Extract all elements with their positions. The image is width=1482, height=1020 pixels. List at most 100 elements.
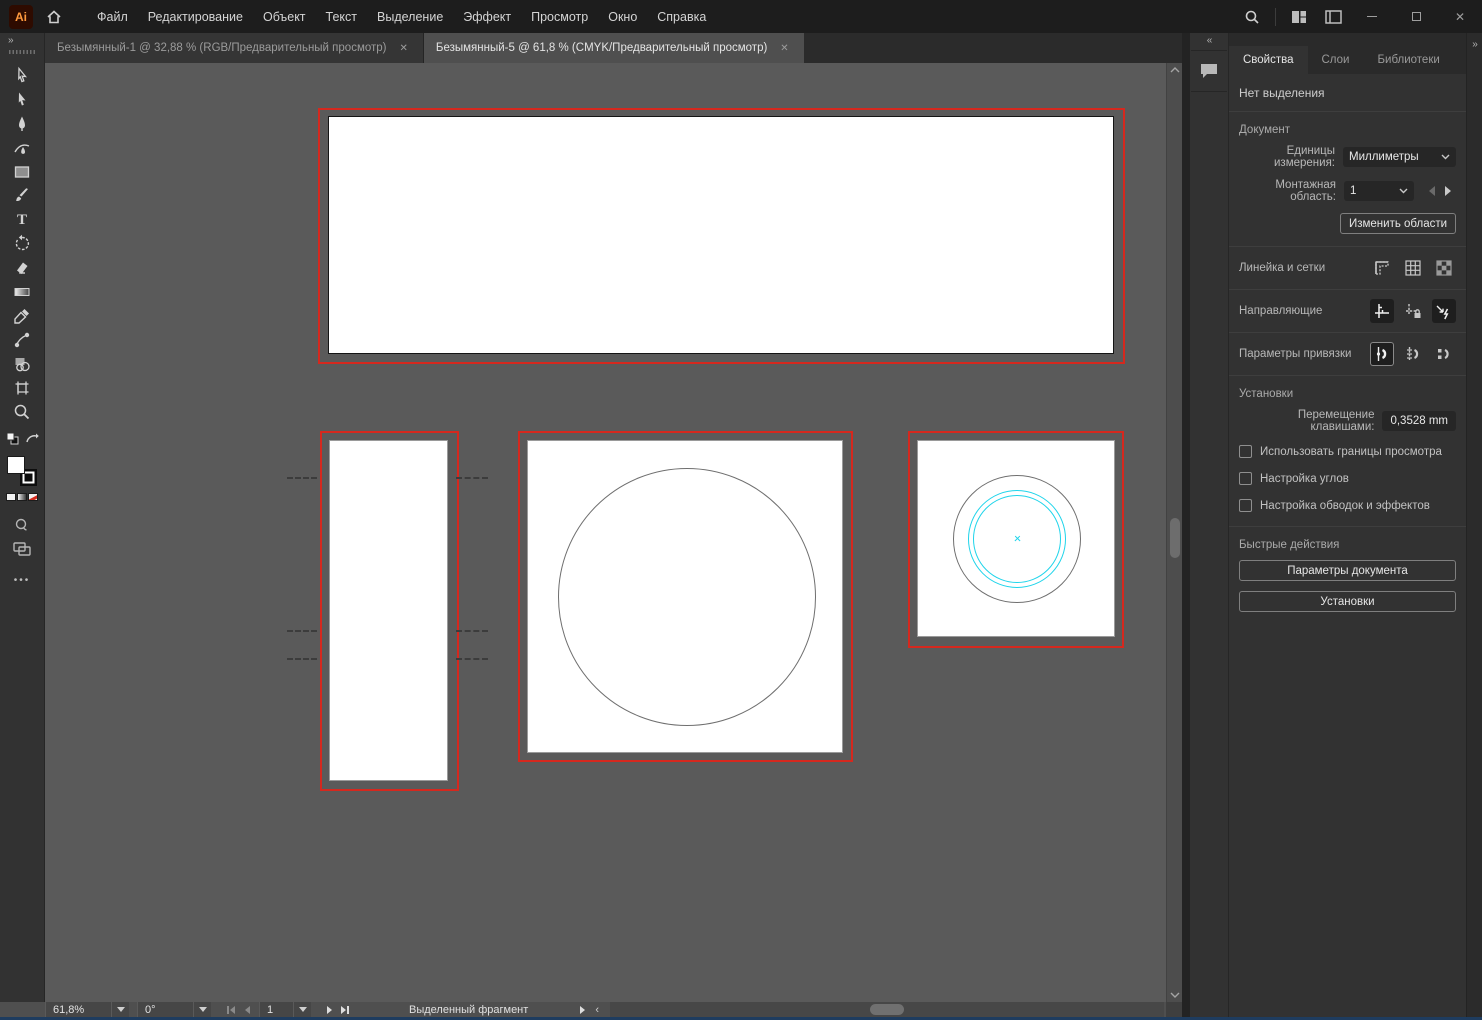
artboard-tool-icon[interactable] — [4, 376, 40, 400]
artboard-1[interactable] — [328, 116, 1114, 354]
type-tool-icon[interactable]: T — [4, 208, 40, 232]
zoom-level-field[interactable]: 61,8% — [45, 1002, 111, 1017]
status-menu-icon[interactable] — [574, 1002, 590, 1017]
edit-toolbar-icon[interactable]: ••• — [14, 575, 31, 586]
grid-icon[interactable] — [1401, 256, 1425, 280]
menu-object[interactable]: Объект — [253, 0, 316, 33]
next-artboard-icon[interactable] — [321, 1002, 337, 1017]
arrange-documents-icon[interactable] — [1282, 0, 1316, 33]
swap-colors-icon[interactable] — [25, 432, 39, 450]
close-icon[interactable]: ✕ — [777, 41, 791, 56]
none-mode-icon[interactable] — [28, 493, 38, 501]
smart-guides-icon[interactable] — [1432, 299, 1456, 323]
transparency-grid-icon[interactable] — [1432, 256, 1456, 280]
comments-panel-icon[interactable] — [1191, 50, 1227, 92]
rulers-icon[interactable] — [1370, 256, 1394, 280]
blend-tool-icon[interactable] — [4, 328, 40, 352]
tab-properties[interactable]: Свойства — [1229, 46, 1308, 74]
eyedropper-tool-icon[interactable] — [4, 304, 40, 328]
curvature-tool-icon[interactable] — [4, 136, 40, 160]
paintbrush-tool-icon[interactable] — [4, 184, 40, 208]
units-value: Миллиметры — [1349, 151, 1419, 163]
first-artboard-icon[interactable] — [223, 1002, 239, 1017]
selection-tool-icon[interactable] — [4, 64, 40, 88]
last-artboard-icon[interactable] — [337, 1002, 353, 1017]
menu-view[interactable]: Просмотр — [521, 0, 598, 33]
zoom-dropdown-icon[interactable] — [111, 1002, 129, 1017]
document-setup-button[interactable]: Параметры документа — [1239, 560, 1456, 581]
shape-builder-tool-icon[interactable] — [4, 352, 40, 376]
snap-to-pixel-icon[interactable] — [1432, 342, 1456, 366]
document-tab-1[interactable]: Безымянный-1 @ 32,88 % (RGB/Предваритель… — [45, 33, 424, 63]
preferences-button[interactable]: Установки — [1239, 591, 1456, 612]
horizontal-scrollbar-thumb[interactable] — [870, 1004, 904, 1015]
units-select[interactable]: Миллиметры — [1343, 147, 1456, 167]
artboard-dropdown-icon[interactable] — [293, 1002, 311, 1017]
corner-settings-checkbox[interactable] — [1239, 472, 1252, 485]
vertical-scrollbar-thumb[interactable] — [1170, 518, 1180, 558]
rotation-dropdown-icon[interactable] — [193, 1002, 211, 1017]
rectangle-tool-icon[interactable] — [4, 160, 40, 184]
snap-to-point-icon[interactable] — [1370, 342, 1394, 366]
zoom-tool-icon[interactable] — [4, 400, 40, 424]
draw-modes-icon[interactable] — [4, 537, 40, 561]
toolbar-grip[interactable] — [9, 50, 35, 54]
scale-strokes-checkbox[interactable] — [1239, 499, 1252, 512]
horizontal-scrollbar[interactable] — [610, 1002, 1164, 1017]
toolbar-collapse-icon[interactable]: » — [0, 33, 13, 46]
close-button[interactable]: ✕ — [1438, 0, 1482, 33]
screen-mode-icon[interactable] — [4, 513, 40, 537]
search-icon[interactable] — [1235, 0, 1269, 33]
keyboard-increment-input[interactable]: 0,3528 mm — [1382, 411, 1456, 431]
snap-to-grid-icon[interactable] — [1401, 342, 1425, 366]
use-preview-bounds-checkbox[interactable] — [1239, 445, 1252, 458]
fill-stroke-indicator[interactable] — [7, 456, 37, 486]
previous-artboard-icon[interactable] — [239, 1002, 255, 1017]
home-icon[interactable] — [39, 5, 69, 29]
edit-artboards-row: Изменить области — [1229, 208, 1466, 246]
status-display[interactable]: Выделенный фрагмент — [409, 1004, 528, 1016]
artboard-4[interactable] — [917, 440, 1115, 637]
show-guides-icon[interactable] — [1370, 299, 1394, 323]
maximize-button[interactable] — [1394, 0, 1438, 33]
workspace-switcher-icon[interactable] — [1316, 0, 1350, 33]
menu-effect[interactable]: Эффект — [453, 0, 521, 33]
rotation-field[interactable]: 0° — [137, 1002, 193, 1017]
gradient-tool-icon[interactable] — [4, 280, 40, 304]
tab-libraries[interactable]: Библиотеки — [1363, 46, 1453, 74]
pen-tool-icon[interactable] — [4, 112, 40, 136]
fill-swatch[interactable] — [7, 456, 25, 474]
menu-file[interactable]: Файл — [87, 0, 138, 33]
artboard-number-field[interactable]: 1 — [259, 1002, 293, 1017]
default-colors-icon[interactable] — [6, 432, 19, 450]
vertical-scrollbar[interactable] — [1166, 63, 1182, 1002]
tab-layers[interactable]: Слои — [1308, 46, 1364, 74]
close-icon[interactable]: ✕ — [397, 41, 411, 56]
artboard-2[interactable] — [329, 440, 448, 781]
panel-collapse-icon[interactable]: » — [1472, 39, 1477, 50]
menu-edit[interactable]: Редактирование — [138, 0, 253, 33]
artboard-select[interactable]: 1 — [1344, 181, 1414, 201]
eraser-tool-icon[interactable] — [4, 256, 40, 280]
canvas[interactable] — [45, 63, 1166, 1002]
artboard-3[interactable] — [527, 440, 843, 753]
dock-collapse-icon[interactable]: « — [1190, 33, 1228, 46]
scroll-up-icon[interactable] — [1167, 63, 1183, 77]
prev-artboard-icon[interactable] — [1424, 183, 1440, 199]
color-mode-icon[interactable] — [6, 493, 16, 501]
edit-artboards-button[interactable]: Изменить области — [1340, 213, 1456, 234]
lock-guides-icon[interactable] — [1401, 299, 1425, 323]
direct-selection-tool-icon[interactable] — [4, 88, 40, 112]
document-tab-2[interactable]: Безымянный-5 @ 61,8 % (CMYK/Предваритель… — [424, 33, 804, 63]
rotate-tool-icon[interactable] — [4, 232, 40, 256]
scroll-left-icon[interactable]: ‹ — [590, 1004, 604, 1016]
gradient-mode-icon[interactable] — [17, 493, 27, 501]
menu-type[interactable]: Текст — [316, 0, 367, 33]
scroll-down-icon[interactable] — [1167, 988, 1183, 1002]
next-artboard-icon[interactable] — [1440, 183, 1456, 199]
menu-select[interactable]: Выделение — [367, 0, 453, 33]
menu-help[interactable]: Справка — [647, 0, 716, 33]
minimize-button[interactable] — [1350, 0, 1394, 33]
circle-shape[interactable] — [558, 468, 816, 726]
menu-window[interactable]: Окно — [598, 0, 647, 33]
